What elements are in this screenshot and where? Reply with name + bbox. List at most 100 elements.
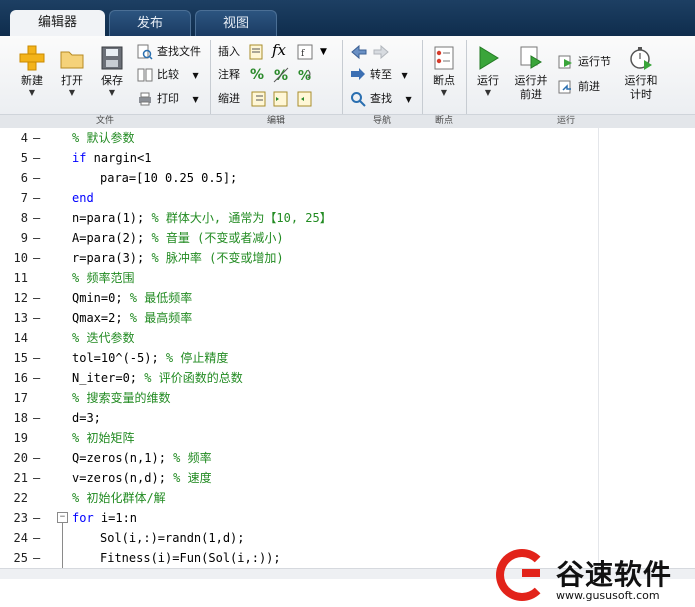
run-section-label: 运行节 [578, 55, 611, 68]
code-line[interactable]: 5– if nargin<1 [0, 148, 600, 168]
new-button[interactable]: 新建 ▼ [12, 44, 52, 98]
code-line[interactable]: 16– N_iter=0; % 评价函数的总数 [0, 368, 600, 388]
run-advance-label-1: 运行并 [514, 74, 548, 87]
code-text: % 默认参数 [72, 131, 135, 145]
decrease-indent-icon[interactable] [296, 90, 314, 108]
code-text: Fitness(i)=Fun(Sol(i,:)); [100, 551, 281, 565]
code-line[interactable]: 17 % 搜索变量的维数 [0, 388, 600, 408]
tab-editor[interactable]: 编辑器 [10, 10, 105, 36]
line-number: 10 [13, 251, 28, 265]
forward-arrow-icon[interactable] [372, 43, 390, 61]
code-line[interactable]: 12– Qmin=0; % 最低频率 [0, 288, 600, 308]
code-text: A=para(2); % 音量 (不变或者减小) [72, 231, 284, 245]
code-line[interactable]: 19 % 初始矩阵 [0, 428, 600, 448]
breakpoint-marker[interactable]: – [33, 228, 43, 248]
insert-section-icon[interactable] [248, 43, 266, 61]
run-section-button[interactable]: 运行节 [558, 53, 611, 71]
print-button[interactable]: 打印 ▼ [137, 90, 199, 108]
run-and-time-button[interactable]: 运行和 计时 [620, 44, 662, 102]
code-text: % 频率范围 [72, 271, 135, 285]
find-button[interactable]: 查找 ▼ [350, 90, 412, 108]
fx-label: fx [272, 41, 287, 59]
breakpoint-marker[interactable]: – [33, 308, 43, 328]
code-line[interactable]: 20– Q=zeros(n,1); % 频率 [0, 448, 600, 468]
fold-toggle-icon[interactable]: − [57, 512, 68, 523]
line-number: 13 [13, 311, 28, 325]
line-number: 18 [13, 411, 28, 425]
goto-button[interactable]: 转至 ▼ [350, 66, 408, 84]
new-label: 新建 [21, 74, 43, 87]
smart-indent-icon[interactable] [250, 90, 268, 108]
code-line[interactable]: 8– n=para(1); % 群体大小, 通常为【10, 25】 [0, 208, 600, 228]
breakpoint-marker[interactable]: – [33, 208, 43, 228]
code-line[interactable]: 15– tol=10^(-5); % 停止精度 [0, 348, 600, 368]
breakpoint-marker[interactable]: – [33, 468, 43, 488]
indent-button[interactable]: 缩进 [218, 90, 240, 108]
breakpoint-marker[interactable]: – [33, 548, 43, 568]
code-line[interactable]: 22 % 初始化群体/解 [0, 488, 600, 508]
wrap-comments-icon[interactable]: % [296, 66, 314, 84]
code-line[interactable]: 11 % 频率范围 [0, 268, 600, 288]
code-line[interactable]: 18– d=3; [0, 408, 600, 428]
code-text: Qmax=2; % 最高频率 [72, 311, 193, 325]
line-number: 14 [13, 331, 28, 345]
code-line[interactable]: 21– v=zeros(n,d); % 速度 [0, 468, 600, 488]
fx-insert-function-button[interactable]: fx [272, 41, 290, 59]
code-line[interactable]: 7– end [0, 188, 600, 208]
chevron-down-icon[interactable]: ▼ [320, 43, 338, 61]
line-number: 19 [13, 431, 28, 445]
tab-view[interactable]: 视图 [195, 10, 277, 37]
code-editor[interactable]: 4–% 默认参数 5– if nargin<1 6– para=[10 0.25 0.5… [0, 128, 695, 607]
code-text: Qmin=0; % 最低频率 [72, 291, 193, 305]
code-line[interactable]: 4– % 默认参数 [0, 128, 600, 148]
line-number: 9 [20, 231, 28, 245]
breakpoint-marker[interactable]: – [33, 128, 43, 148]
comment-percent-icon[interactable]: % [250, 66, 268, 84]
compare-button[interactable]: 比较 ▼ [137, 66, 199, 84]
tab-publish[interactable]: 发布 [109, 10, 191, 37]
breakpoint-marker[interactable]: – [33, 368, 43, 388]
run-button[interactable]: 运行 ▼ [470, 44, 506, 98]
back-arrow-icon[interactable] [350, 43, 368, 61]
find-files-icon [137, 44, 153, 60]
breakpoint-marker[interactable]: – [33, 348, 43, 368]
breakpoint-marker[interactable]: – [33, 508, 43, 528]
compare-icon [137, 68, 153, 82]
breakpoint-marker[interactable]: – [33, 408, 43, 428]
comment-button[interactable]: 注释 [218, 66, 240, 84]
code-line[interactable]: 10– r=para(3); % 脉冲率 (不变或增加) [0, 248, 600, 268]
save-label: 保存 [101, 74, 123, 87]
code-line[interactable]: 23– for i=1:n − [0, 508, 600, 573]
save-button[interactable]: 保存 ▼ [92, 44, 132, 98]
code-text: % 迭代参数 [72, 331, 135, 345]
code-text: % 搜索变量的维数 [72, 391, 171, 405]
breakpoint-marker[interactable]: – [33, 288, 43, 308]
insert-button[interactable]: 插入 [218, 43, 240, 61]
breakpoint-marker[interactable]: – [33, 148, 43, 168]
open-button[interactable]: 打开 ▼ [52, 44, 92, 98]
breakpoint-marker[interactable]: – [33, 188, 43, 208]
code-line[interactable]: 6– para=[10 0.25 0.5]; [0, 168, 600, 188]
breakpoint-marker[interactable]: – [33, 248, 43, 268]
line-number: 5 [20, 151, 28, 165]
increase-indent-icon[interactable] [272, 90, 290, 108]
stopwatch-icon [630, 47, 652, 70]
line-number: 24 [13, 531, 28, 545]
breakpoint-marker[interactable]: – [33, 168, 43, 188]
code-line[interactable]: 13– Qmax=2; % 最高频率 [0, 308, 600, 328]
code-line[interactable]: 9– A=para(2); % 音量 (不变或者减小) [0, 228, 600, 248]
search-icon [351, 92, 366, 107]
line-number: 4 [20, 131, 28, 145]
breakpoint-marker[interactable]: – [33, 528, 43, 548]
code-line[interactable]: 14 % 迭代参数 [0, 328, 600, 348]
advance-button[interactable]: 前进 [558, 78, 600, 96]
breakpoints-button[interactable]: 断点 ▼ [425, 44, 463, 98]
uncomment-icon[interactable]: % [272, 66, 290, 84]
advance-icon [558, 80, 571, 94]
breakpoint-marker[interactable]: – [33, 448, 43, 468]
folder-icon [60, 51, 84, 69]
find-files-button[interactable]: 查找文件 [137, 43, 201, 61]
code-text: % 初始矩阵 [72, 431, 135, 445]
run-and-advance-button[interactable]: 运行并 前进 [508, 44, 554, 102]
insert-function-icon[interactable]: f [296, 43, 314, 61]
